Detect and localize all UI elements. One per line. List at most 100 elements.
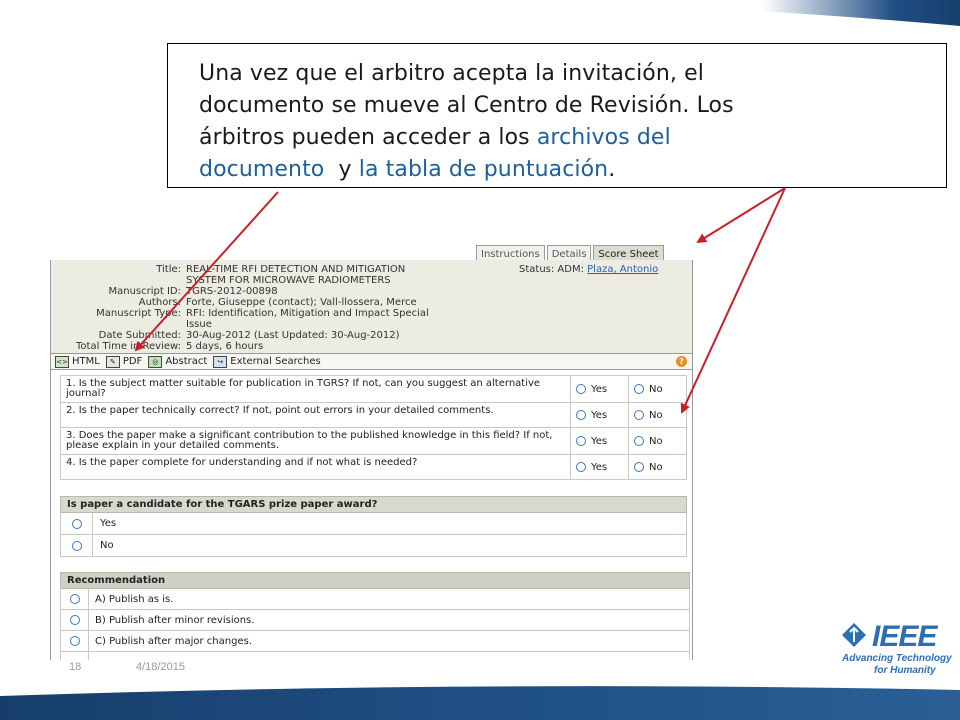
radio-cell: [61, 513, 93, 534]
radio-cell: [61, 589, 89, 609]
radio-icon[interactable]: [634, 409, 644, 420]
radio-icon[interactable]: [576, 383, 586, 394]
ieee-diamond-icon: [842, 623, 866, 647]
recommendation-label: A) Publish as is.: [95, 593, 174, 605]
recommendation-option-b[interactable]: B) Publish after minor revisions.: [60, 610, 690, 631]
no-label: No: [649, 383, 663, 395]
recommendation-header: Recommendation: [60, 572, 690, 589]
tab-score-sheet[interactable]: Score Sheet: [593, 245, 664, 261]
answer-no[interactable]: No: [628, 402, 687, 428]
meta-id-row: Manuscript ID: TGRS-2012-00898: [51, 286, 486, 297]
meta-title-line1: REAL-TIME RFI DETECTION AND MITIGATION: [186, 264, 406, 275]
radio-cell: [61, 652, 89, 660]
tab-instructions[interactable]: Instructions: [476, 245, 545, 261]
answer-no[interactable]: No: [628, 375, 687, 403]
radio-icon[interactable]: [576, 461, 586, 472]
abstract-icon: ◎: [148, 355, 163, 368]
arrow-to-score-table: [680, 187, 786, 414]
no-label: No: [649, 461, 663, 473]
yes-label: Yes: [591, 461, 608, 473]
radio-icon[interactable]: [576, 435, 586, 446]
callout-line-4: documento y la tabla de puntuación.: [199, 154, 926, 186]
prize-option-no[interactable]: No: [60, 535, 687, 557]
recommendation-option-a[interactable]: A) Publish as is.: [60, 589, 690, 610]
status-info: Status: ADM: Plaza, Antonio: [519, 264, 658, 275]
ieee-tagline-2: for Humanity: [874, 665, 936, 676]
meta-title-row: Title: REAL-TIME RFI DETECTION AND MITIG…: [51, 264, 486, 286]
meta-time-value: 5 days, 6 hours: [186, 341, 264, 352]
html-button[interactable]: <> HTML: [55, 355, 100, 368]
pdf-button[interactable]: ✎ PDF: [105, 355, 142, 368]
meta-id-value: TGRS-2012-00898: [186, 286, 278, 297]
top-decorative-band: [520, 0, 960, 26]
answer-yes[interactable]: Yes: [570, 454, 629, 480]
external-searches-label: External Searches: [230, 356, 321, 367]
meta-time-label: Total Time in Review:: [76, 341, 181, 352]
arrow-to-score-sheet-tab: [696, 187, 786, 244]
answer-no[interactable]: No: [628, 427, 687, 455]
slide-number: 18: [69, 661, 82, 673]
prize-option-label: No: [100, 540, 114, 551]
meta-date-row: Date Submitted: 30-Aug-2012 (Last Update…: [51, 330, 486, 341]
question-text: 4. Is the paper complete for understandi…: [60, 454, 571, 480]
answer-yes[interactable]: Yes: [570, 427, 629, 455]
radio-icon[interactable]: [634, 461, 644, 472]
meta-type-label: Manuscript Type:: [96, 308, 181, 319]
html-icon: <>: [55, 355, 69, 368]
radio-icon[interactable]: [71, 518, 82, 529]
prize-option-yes[interactable]: Yes: [60, 513, 687, 535]
tab-bar: Instructions Details Score Sheet: [476, 245, 664, 261]
editor-link[interactable]: Plaza, Antonio: [587, 264, 658, 275]
external-searches-button[interactable]: ↪ External Searches: [213, 355, 321, 368]
questions-table: 1. Is the subject matter suitable for pu…: [60, 375, 687, 480]
meta-authors-row: Authors: Forte, Giuseppe (contact); Vall…: [51, 297, 486, 308]
status-label: Status: ADM:: [519, 264, 584, 275]
meta-date-label: Date Submitted:: [98, 330, 181, 341]
meta-title-value: REAL-TIME RFI DETECTION AND MITIGATION S…: [186, 264, 486, 286]
prize-option-label: Yes: [100, 518, 117, 529]
radio-icon[interactable]: [576, 409, 586, 420]
meta-date-value: 30-Aug-2012 (Last Updated: 30-Aug-2012): [186, 330, 400, 341]
meta-title-label: Title:: [156, 264, 181, 275]
slide-date: 4/18/2015: [136, 661, 185, 673]
html-label: HTML: [72, 356, 100, 367]
question-text: 2. Is the paper technically correct? If …: [60, 402, 571, 428]
radio-icon[interactable]: [71, 540, 82, 551]
radio-icon[interactable]: [634, 383, 644, 394]
callout-text: y: [324, 157, 359, 182]
meta-authors-value: Forte, Giuseppe (contact); Vall-llossera…: [186, 297, 417, 308]
prize-award-section: Is paper a candidate for the TGARS prize…: [60, 496, 687, 557]
question-text: 3. Does the paper make a significant con…: [60, 427, 571, 455]
yes-label: Yes: [591, 409, 608, 421]
callout-text: .: [608, 157, 616, 182]
yes-label: Yes: [591, 383, 608, 395]
answer-yes[interactable]: Yes: [570, 402, 629, 428]
abstract-button[interactable]: ◎ Abstract: [148, 355, 207, 368]
tab-details[interactable]: Details: [546, 245, 592, 261]
radio-icon[interactable]: [634, 435, 644, 446]
question-row: 1. Is the subject matter suitable for pu…: [60, 375, 687, 403]
callout-highlight-document: documento: [199, 157, 325, 182]
review-center-screenshot: Title: REAL-TIME RFI DETECTION AND MITIG…: [50, 260, 693, 660]
yes-label: Yes: [591, 435, 608, 447]
question-text: 1. Is the subject matter suitable for pu…: [60, 375, 571, 403]
radio-icon[interactable]: [69, 615, 80, 625]
callout-highlight-scoresheet: la tabla de puntuación: [358, 157, 609, 182]
recommendation-label: B) Publish after minor revisions.: [95, 614, 255, 626]
meta-time-row: Total Time in Review: 5 days, 6 hours: [51, 341, 486, 352]
bottom-decorative-band: [0, 686, 960, 720]
help-icon[interactable]: ?: [676, 356, 687, 367]
radio-icon[interactable]: [69, 636, 80, 646]
radio-cell: [61, 610, 89, 630]
callout-line-1: Una vez que el arbitro acepta la invitac…: [199, 61, 704, 86]
ieee-wordmark: IEEE: [872, 620, 937, 653]
callout-text: árbitros pueden acceder a los: [199, 125, 537, 150]
recommendation-option-c[interactable]: C) Publish after major changes.: [60, 631, 690, 652]
radio-icon[interactable]: [69, 594, 80, 604]
callout-line-3: árbitros pueden acceder a los archivos d…: [199, 122, 926, 154]
question-row: 3. Does the paper make a significant con…: [60, 427, 687, 455]
callout-box: Una vez que el arbitro acepta la invitac…: [167, 43, 947, 188]
answer-no[interactable]: No: [628, 454, 687, 480]
ieee-tagline-1: Advancing Technology: [842, 653, 952, 664]
answer-yes[interactable]: Yes: [570, 375, 629, 403]
